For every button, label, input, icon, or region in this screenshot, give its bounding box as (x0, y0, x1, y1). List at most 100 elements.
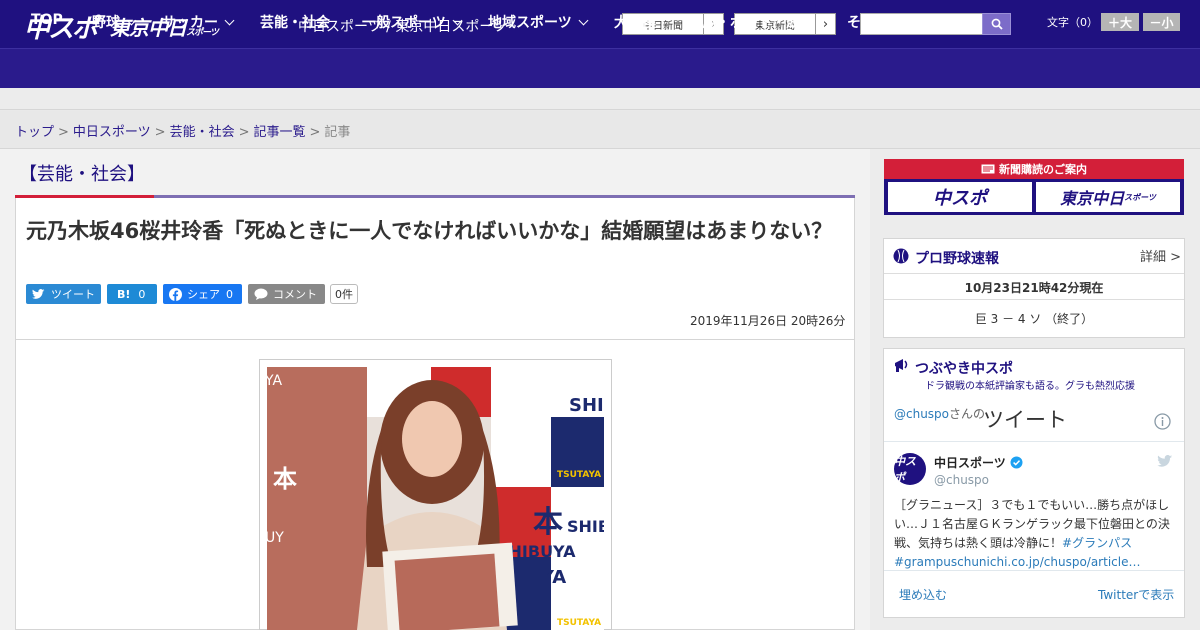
backdrop-text: TSUTAYA (557, 618, 601, 628)
facebook-share-label: シェア (187, 288, 220, 301)
nav-label: 一般スポーツ (362, 15, 446, 31)
breadcrumb-separator: > (58, 125, 69, 140)
breadcrumb-link-top[interactable]: トップ (15, 125, 54, 140)
comment-bubble-icon (254, 288, 268, 300)
nav-label: その他 (847, 15, 889, 31)
nav-soccer[interactable]: サッカー (162, 12, 235, 32)
category-heading: 【芸能・社会】 (19, 164, 145, 185)
font-size-up-button[interactable]: ＋大 (1101, 13, 1139, 31)
timeline-handle[interactable]: @chuspoさんの (894, 405, 985, 422)
divider (884, 273, 1184, 274)
nav-entertainment[interactable]: 芸能・社会 (260, 12, 330, 32)
divider (884, 570, 1184, 571)
tweet-button[interactable]: ツイート (26, 284, 101, 304)
baseball-widget-title: プロ野球速報 (915, 251, 999, 267)
backdrop-text: YA (540, 567, 566, 588)
comment-count-badge: 0件 (330, 284, 358, 304)
tweet-body: ［グラニュース］３でも１でもいい…勝ち点がほしい…Ｊ１名古屋ＧＫランゲラック最下… (894, 496, 1176, 572)
chevron-down-icon (126, 15, 137, 26)
comment-button-label: コメント (273, 288, 317, 301)
timeline-heading: ツイート (983, 408, 1067, 432)
divider (884, 441, 1184, 442)
nav-label: TOP (31, 12, 63, 28)
nav-label: 地域スポーツ (488, 15, 572, 31)
subscribe-tokyo-logo[interactable]: 東京中日 スポーツ (1036, 182, 1180, 212)
font-size-down-button[interactable]: －小 (1143, 13, 1180, 31)
backdrop-text: TSUTAYA (557, 470, 601, 480)
backdrop-text: 本 (495, 380, 525, 415)
publish-date: 2019年11月26日 20時26分 (690, 314, 846, 328)
baseball-icon (893, 248, 909, 264)
baseball-detail-link[interactable]: 詳細 > (1140, 246, 1181, 265)
backdrop-text: SHIB (567, 517, 604, 536)
avatar[interactable]: 中スポ (894, 453, 926, 485)
tweet-account-name[interactable]: 中日スポーツ (934, 454, 1006, 471)
breadcrumb-current: 記事 (324, 125, 351, 140)
ad-strip (0, 88, 1200, 110)
chevron-down-icon (224, 15, 235, 26)
nav-regional-sports[interactable]: 地域スポーツ (488, 12, 589, 32)
twitter-bird-icon[interactable] (1157, 455, 1173, 468)
newspaper-icon (981, 164, 995, 174)
article-photo[interactable]: YA 本 SHIBUYA TSUTAYA 本 SHIB UY YA 本 SHIB… (267, 367, 604, 630)
subscription-title-text: 新聞購読のご案内 (999, 163, 1087, 176)
chevron-down-icon (578, 15, 589, 26)
nav-label: 野球 (92, 15, 120, 31)
breadcrumb-link-list[interactable]: 記事一覧 (254, 125, 306, 140)
tweets-widget-subtitle: ドラ観戦の本紙評論家も語る。グラも熱烈応援 (925, 381, 1135, 392)
font-size-label: 文字（0） (1047, 16, 1098, 29)
breadcrumb-separator: > (238, 125, 250, 140)
baseball-score[interactable]: 巨 3 － 4 ソ （終了） (884, 310, 1184, 327)
tweet-button-label: ツイート (51, 288, 95, 301)
verified-badge-icon (1010, 456, 1023, 469)
tweet-account-handle[interactable]: @chuspo (934, 473, 989, 487)
nav-other[interactable]: その他 (847, 12, 906, 32)
timeline-handle-suffix: さんの (949, 407, 986, 421)
nav-top[interactable]: TOP (31, 12, 63, 28)
breadcrumb-link-chunichi[interactable]: 中日スポーツ (73, 125, 151, 140)
chevron-down-icon (895, 15, 906, 26)
hatena-icon: B! (117, 287, 131, 301)
breadcrumb: トップ > 中日スポーツ > 芸能・社会 > 記事一覧 > 記事 (15, 121, 350, 140)
main-nav (0, 48, 1200, 88)
breadcrumb-link-category[interactable]: 芸能・社会 (170, 125, 235, 140)
chevron-down-icon (452, 15, 463, 26)
divider (884, 299, 1184, 300)
megaphone-icon (895, 359, 908, 372)
search-button[interactable] (982, 13, 1011, 35)
baseball-timestamp: 10月23日21時42分現在 (964, 281, 1104, 295)
subscribe-tokyo-sub: スポーツ (1124, 192, 1156, 202)
backdrop-text: SHIB (569, 395, 604, 416)
nav-label: 競馬・ボート・競輪 (688, 15, 814, 31)
twitter-bird-icon (32, 288, 45, 299)
breadcrumb-separator: > (309, 125, 321, 140)
facebook-share-button[interactable]: シェア 0 (163, 284, 242, 304)
facebook-share-count: 0 (226, 287, 233, 301)
nav-general-sports[interactable]: 一般スポーツ (362, 12, 463, 32)
view-on-twitter-link[interactable]: Twitterで表示 (1098, 586, 1174, 603)
search-icon (991, 18, 1003, 30)
nav-label: 大相撲 (614, 15, 656, 31)
hatena-bookmark-button[interactable]: B! 0 (107, 284, 157, 304)
info-icon[interactable] (1154, 413, 1171, 430)
subscription-banner-title: 新聞購読のご案内 (884, 159, 1184, 179)
backdrop-text: UY (267, 530, 284, 546)
nav-sumo[interactable]: 大相撲 (614, 12, 656, 32)
subscribe-chuspo-logo[interactable]: 中スポ (888, 182, 1032, 212)
breadcrumb-separator: > (154, 125, 166, 140)
facebook-icon (169, 287, 182, 301)
backdrop-text: 本 (273, 465, 297, 493)
nav-racing[interactable]: 競馬・ボート・競輪 (688, 12, 814, 32)
nav-baseball[interactable]: 野球 (92, 12, 137, 32)
tweet-url-link[interactable]: #grampuschunichi.co.jp/chuspo/article… (894, 555, 1140, 569)
comment-button[interactable]: コメント (248, 284, 325, 304)
tweet-hashtag-link[interactable]: #グランパス (1062, 536, 1132, 550)
nav-label: サッカー (162, 15, 218, 31)
backdrop-text: 本 (533, 505, 563, 540)
tweets-widget-title: つぶやき中スポ (915, 361, 1013, 377)
backdrop-text: YA (267, 373, 282, 389)
article-headline: 元乃木坂46桜井玲香「死ぬときに一人でなければいいかな」結婚願望はあまりない？ (26, 219, 833, 243)
nav-label: 芸能・社会 (260, 15, 330, 31)
subscribe-tokyo-text: 東京中日 (1060, 189, 1125, 208)
embed-link[interactable]: 埋め込む (899, 586, 947, 603)
